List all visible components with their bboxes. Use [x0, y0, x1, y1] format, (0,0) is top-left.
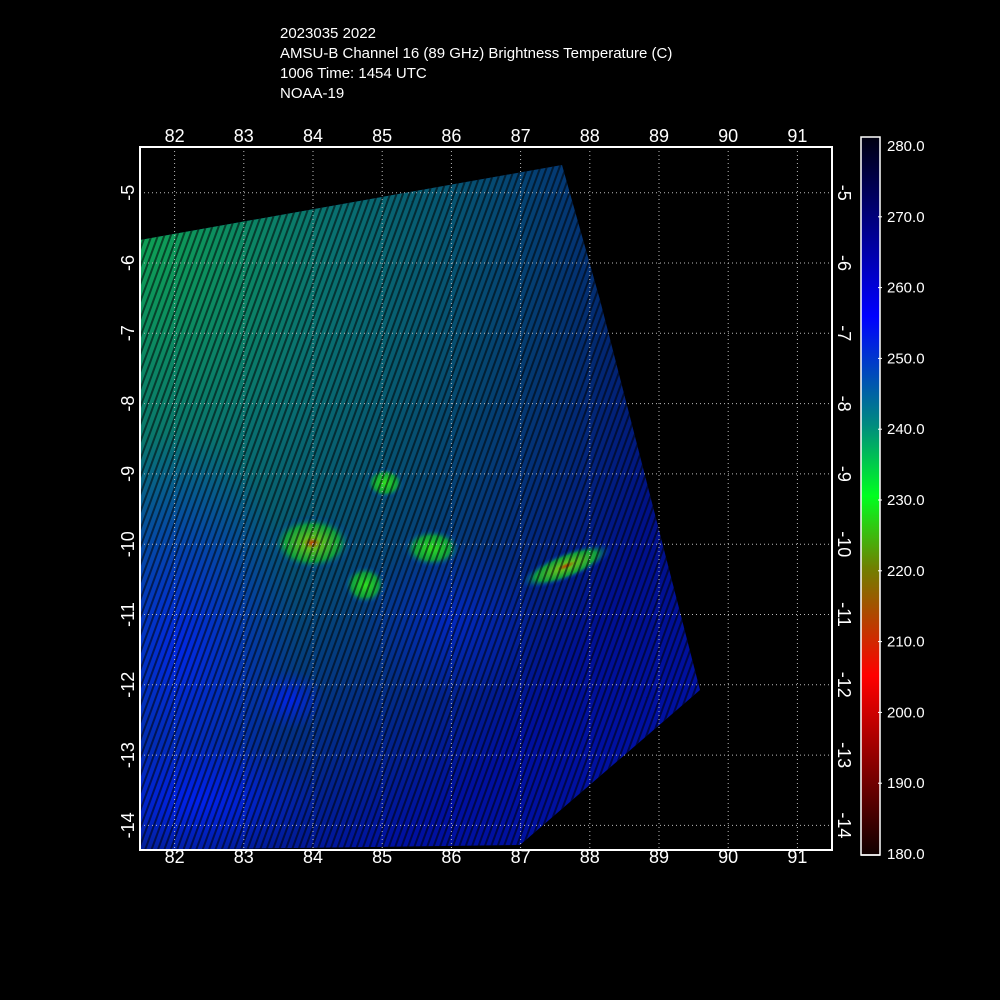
colorbar-tick-label: 240.0	[887, 421, 925, 438]
colorbar-tick-label: 270.0	[887, 209, 925, 226]
colorbar-tick-label: 260.0	[887, 280, 925, 297]
x-tick-label-bottom: 83	[234, 847, 254, 867]
colorbar-tick-label: 250.0	[887, 350, 925, 367]
x-tick-label-bottom: 82	[165, 847, 185, 867]
x-tick-label-bottom: 89	[649, 847, 669, 867]
x-tick-label-bottom: 86	[441, 847, 461, 867]
colorbar: 280.0 270.0 260.0 250.0 240.0 230.0 220.0 210.0…	[860, 136, 925, 863]
colorbar-tick-label: 210.0	[887, 634, 925, 651]
x-tick-label-top: 86	[441, 126, 461, 146]
swath-image	[140, 165, 700, 850]
colorbar-tick-label: 180.0	[887, 846, 925, 863]
x-tick-label-bottom: 85	[372, 847, 392, 867]
colorbar-tick-label: 200.0	[887, 704, 925, 721]
x-tick-label-bottom: 88	[580, 847, 600, 867]
x-tick-label-bottom: 90	[718, 847, 738, 867]
x-tick-label-top: 88	[580, 126, 600, 146]
y-tick-label-left: -13	[118, 742, 138, 768]
colorbar-tick-label: 190.0	[887, 775, 925, 792]
brightness-temperature-map: 82 82 83 83 84 84 85 85 86 86 87 87 88 88 89 89 90 90 91 91…	[118, 126, 925, 867]
x-tick-label-top: 83	[234, 126, 254, 146]
x-tick-label-top: 87	[511, 126, 531, 146]
colorbar-tick-label: 220.0	[887, 563, 925, 580]
y-tick-label-left: -5	[118, 185, 138, 201]
x-tick-label-bottom: 91	[787, 847, 807, 867]
y-tick-label-left: -11	[118, 602, 138, 627]
y-tick-label-right: -14	[834, 812, 854, 838]
x-tick-label-bottom: 87	[511, 847, 531, 867]
y-tick-label-left: -10	[118, 531, 138, 557]
y-tick-label-right: -7	[834, 325, 854, 341]
y-tick-label-left: -6	[118, 255, 138, 271]
y-tick-label-right: -9	[834, 466, 854, 482]
y-tick-label-right: -10	[834, 531, 854, 557]
y-tick-label-left: -8	[118, 396, 138, 412]
x-tick-label-top: 89	[649, 126, 669, 146]
colorbar-tick-label: 230.0	[887, 492, 925, 509]
y-tick-label-right: -6	[834, 255, 854, 271]
y-tick-label-left: -14	[118, 812, 138, 838]
y-tick-label-left: -12	[118, 672, 138, 698]
y-tick-label-right: -12	[834, 672, 854, 698]
y-tick-label-right: -8	[834, 396, 854, 412]
x-tick-label-top: 85	[372, 126, 392, 146]
y-tick-label-left: -9	[118, 466, 138, 482]
y-tick-label-left: -7	[118, 325, 138, 341]
x-tick-label-top: 84	[303, 126, 323, 146]
y-tick-label-right: -11	[834, 602, 854, 627]
colorbar-tick-label: 280.0	[887, 138, 925, 155]
x-tick-label-top: 91	[787, 126, 807, 146]
x-tick-label-bottom: 84	[303, 847, 323, 867]
x-tick-label-top: 82	[165, 126, 185, 146]
y-tick-label-right: -13	[834, 742, 854, 768]
y-tick-label-right: -5	[834, 185, 854, 201]
x-tick-label-top: 90	[718, 126, 738, 146]
